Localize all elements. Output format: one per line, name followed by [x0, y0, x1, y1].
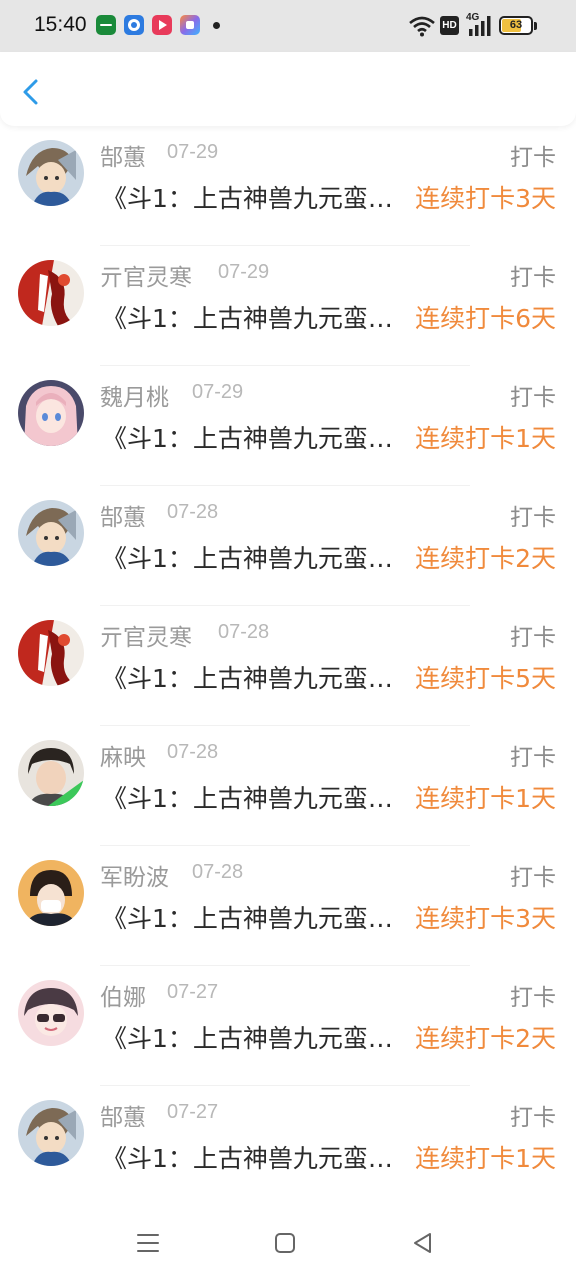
action-label: 打卡: [510, 265, 556, 291]
list-item[interactable]: 郜蕙 07-27 打卡 《斗1：上古神兽九元蛮猪重开！ 连续打卡1天: [0, 1086, 576, 1206]
colorful-app-icon: [180, 15, 200, 35]
action-label: 打卡: [510, 625, 556, 651]
user-name: 伯娜: [100, 985, 146, 1011]
streak-label: 连续打卡3天: [415, 904, 556, 933]
book-title: 《斗1：上古神兽九元蛮猪重开！: [102, 544, 404, 573]
checkin-date: 07-28: [167, 741, 219, 763]
user-name: 郜蕙: [100, 145, 146, 171]
avatar[interactable]: [18, 860, 84, 926]
book-title: 《斗1：上古神兽九元蛮猪重开！: [102, 784, 404, 813]
streak-label: 连续打卡6天: [415, 304, 556, 333]
list-item[interactable]: 亓官灵寒 07-28 打卡 《斗1：上古神兽九元蛮猪重开！ 连续打卡5天: [0, 606, 576, 726]
list-item[interactable]: 魏月桃 07-29 打卡 《斗1：上古神兽九元蛮猪重开！ 连续打卡1天: [0, 366, 576, 486]
status-time: 15:40: [34, 13, 87, 36]
list-item[interactable]: 郜蕙 07-28 打卡 《斗1：上古神兽九元蛮猪重开！ 连续打卡2天: [0, 486, 576, 606]
checkin-date: 07-27: [167, 1101, 219, 1123]
user-name: 郜蕙: [100, 505, 146, 531]
checkin-date: 07-28: [218, 621, 270, 643]
blue-app-icon: [124, 15, 144, 35]
user-name: 魏月桃: [100, 385, 169, 411]
menu-icon: [137, 1234, 159, 1252]
book-title: 《斗1：上古神兽九元蛮猪重开！: [102, 1144, 404, 1173]
back-nav-button[interactable]: [410, 1230, 436, 1256]
list-item[interactable]: 伯娜 07-27 打卡 《斗1：上古神兽九元蛮猪重开！ 连续打卡2天: [0, 966, 576, 1086]
signal-icon: [469, 16, 491, 36]
book-title: 《斗1：上古神兽九元蛮猪重开！: [102, 904, 404, 933]
book-title: 《斗1：上古神兽九元蛮猪重开！: [102, 1024, 404, 1053]
checkin-date: 07-27: [167, 981, 219, 1003]
streak-label: 连续打卡5天: [415, 664, 556, 693]
hd-icon: HD: [440, 16, 459, 35]
navigation-bar: [0, 1205, 576, 1280]
list-item[interactable]: 麻映 07-28 打卡 《斗1：上古神兽九元蛮猪重开！ 连续打卡1天: [0, 726, 576, 846]
battery-icon: 63: [499, 16, 533, 35]
streak-label: 连续打卡1天: [415, 424, 556, 453]
book-title: 《斗1：上古神兽九元蛮猪重开！: [102, 424, 404, 453]
action-label: 打卡: [510, 385, 556, 411]
action-label: 打卡: [510, 505, 556, 531]
checkin-date: 07-28: [192, 861, 244, 883]
book-title: 《斗1：上古神兽九元蛮猪重开！: [102, 664, 404, 693]
list-item[interactable]: 郜蕙 07-29 打卡 《斗1：上古神兽九元蛮猪重开！ 连续打卡3天: [0, 126, 576, 246]
avatar[interactable]: [18, 140, 84, 206]
action-label: 打卡: [510, 745, 556, 771]
back-button[interactable]: [14, 74, 50, 110]
chevron-left-icon: [23, 79, 38, 105]
header: [0, 52, 576, 126]
list-item[interactable]: 军盼波 07-28 打卡 《斗1：上古神兽九元蛮猪重开！ 连续打卡3天: [0, 846, 576, 966]
avatar[interactable]: [18, 1100, 84, 1166]
checkin-date: 07-28: [167, 501, 219, 523]
avatar[interactable]: [18, 740, 84, 806]
action-label: 打卡: [510, 1105, 556, 1131]
home-button[interactable]: [272, 1230, 298, 1256]
streak-label: 连续打卡2天: [415, 544, 556, 573]
green-app-icon: [96, 15, 116, 35]
avatar[interactable]: [18, 500, 84, 566]
list-item[interactable]: 亓官灵寒 07-29 打卡 《斗1：上古神兽九元蛮猪重开！ 连续打卡6天: [0, 246, 576, 366]
checkin-date: 07-29: [192, 381, 244, 403]
battery-tip: [534, 22, 537, 30]
avatar[interactable]: [18, 260, 84, 326]
video-app-icon: [152, 15, 172, 35]
user-name: 军盼波: [100, 865, 169, 891]
action-label: 打卡: [510, 865, 556, 891]
avatar[interactable]: [18, 980, 84, 1046]
user-name: 亓官灵寒: [100, 265, 192, 291]
checkin-date: 07-29: [218, 261, 270, 283]
book-title: 《斗1：上古神兽九元蛮猪重开！: [102, 184, 404, 213]
menu-button[interactable]: [135, 1230, 161, 1256]
user-name: 麻映: [100, 745, 146, 771]
action-label: 打卡: [510, 145, 556, 171]
back-triangle-icon: [414, 1233, 431, 1253]
streak-label: 连续打卡3天: [415, 184, 556, 213]
checkin-date: 07-29: [167, 141, 219, 163]
streak-label: 连续打卡2天: [415, 1024, 556, 1053]
action-label: 打卡: [510, 985, 556, 1011]
avatar[interactable]: [18, 380, 84, 446]
avatar[interactable]: [18, 620, 84, 686]
battery-level: 63: [509, 19, 523, 31]
streak-label: 连续打卡1天: [415, 784, 556, 813]
user-name: 亓官灵寒: [100, 625, 192, 651]
home-square-icon: [275, 1233, 295, 1253]
streak-label: 连续打卡1天: [415, 1144, 556, 1173]
wifi-icon: [409, 16, 435, 37]
status-bar: 15:40 HD 4G 63: [0, 0, 576, 52]
book-title: 《斗1：上古神兽九元蛮猪重开！: [102, 304, 404, 333]
notification-dot-icon: [213, 22, 220, 29]
user-name: 郜蕙: [100, 1105, 146, 1131]
